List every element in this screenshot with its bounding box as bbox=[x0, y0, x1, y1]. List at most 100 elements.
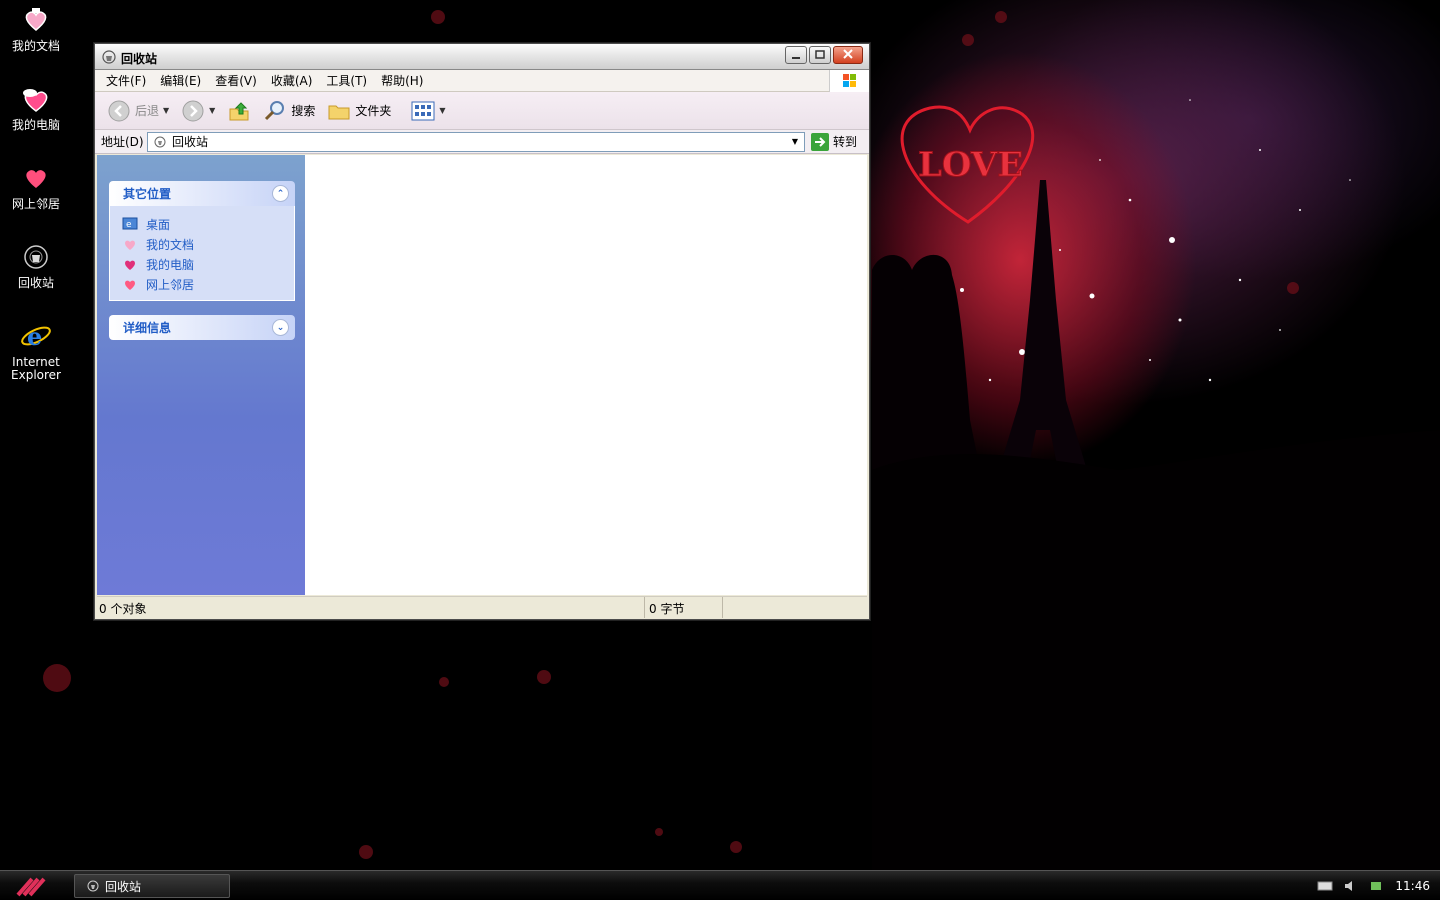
desktop-icon-label: 网上邻居 bbox=[11, 197, 60, 211]
taskbar-item-label: 回收站 bbox=[105, 879, 142, 894]
folders-button[interactable]: 文件夹 bbox=[323, 97, 395, 125]
ground-silhouette bbox=[872, 430, 1440, 870]
menu-favorites[interactable]: 收藏(A) bbox=[264, 72, 320, 89]
windows-flag-icon bbox=[843, 74, 856, 87]
forward-dropdown-icon[interactable]: ▼ bbox=[209, 106, 215, 115]
back-dropdown-icon[interactable]: ▼ bbox=[163, 106, 169, 115]
stars bbox=[939, 99, 1351, 382]
address-label: 地址(D) bbox=[101, 135, 144, 149]
views-icon bbox=[411, 101, 435, 120]
expand-down-icon[interactable]: ⌄ bbox=[272, 319, 289, 336]
desktop-icon-my-computer[interactable]: 我的电脑 bbox=[0, 83, 72, 132]
other-places-header[interactable]: 其它位置 ⌃ bbox=[109, 181, 295, 206]
status-size: 0 字节 bbox=[645, 597, 723, 618]
forward-arrow-icon bbox=[182, 100, 204, 121]
window-title: 回收站 bbox=[121, 52, 158, 66]
address-value: 回收站 bbox=[172, 135, 209, 149]
love-text: LOVE bbox=[918, 145, 1023, 185]
svg-text:e: e bbox=[126, 220, 132, 230]
menu-file[interactable]: 文件(F) bbox=[99, 72, 153, 89]
link-network-places[interactable]: 网上邻居 bbox=[122, 274, 294, 294]
details-panel: 详细信息 ⌄ bbox=[109, 315, 295, 340]
explorer-window: 回收站 文件(F) 编辑(E) 查看(V) 收藏(A) 工具(T) 帮助(H) bbox=[94, 43, 870, 620]
up-folder-icon bbox=[229, 101, 249, 120]
my-computer-icon bbox=[23, 89, 48, 112]
status-zone bbox=[723, 597, 867, 618]
eiffel-tower bbox=[996, 180, 1090, 480]
system-tray: 11:46 bbox=[1317, 871, 1440, 900]
other-places-panel: 其它位置 ⌃ e 桌面 我的文档 我的电脑 网上邻居 bbox=[109, 181, 295, 301]
desktop-icon-internet-explorer[interactable]: e Internet Explorer bbox=[0, 320, 72, 382]
link-label: 网上邻居 bbox=[146, 277, 195, 292]
search-button[interactable]: 搜索 bbox=[259, 97, 319, 125]
svg-text:e: e bbox=[27, 322, 42, 351]
address-bar: 地址(D) 回收站 ▼ 转到 bbox=[95, 130, 869, 154]
task-pane: 其它位置 ⌃ e 桌面 我的文档 我的电脑 网上邻居 详细信息 ⌄ bbox=[97, 155, 305, 595]
desktop-icon-label: Explorer bbox=[11, 368, 61, 382]
windows-logo bbox=[829, 70, 869, 92]
close-button[interactable] bbox=[833, 46, 863, 64]
go-arrow-icon bbox=[811, 132, 829, 151]
taskbar-item-recycle-bin[interactable]: 回收站 bbox=[74, 874, 230, 898]
folder-icon bbox=[328, 105, 350, 119]
search-icon bbox=[265, 100, 285, 120]
address-input[interactable]: 回收站 ▼ bbox=[147, 131, 805, 152]
search-label: 搜索 bbox=[291, 104, 316, 118]
menu-edit[interactable]: 编辑(E) bbox=[153, 72, 208, 89]
folders-label: 文件夹 bbox=[355, 104, 392, 118]
views-button[interactable]: ▼ bbox=[407, 98, 449, 124]
minimize-button[interactable] bbox=[785, 46, 807, 64]
my-documents-icon bbox=[25, 8, 47, 31]
address-dropdown-icon[interactable]: ▼ bbox=[788, 134, 802, 150]
desktop-icon-label: 我的文档 bbox=[11, 39, 60, 53]
back-button[interactable]: 后退 ▼ bbox=[103, 97, 173, 125]
details-header[interactable]: 详细信息 ⌄ bbox=[109, 315, 295, 340]
standard-toolbar: 后退 ▼ ▼ 搜索 文件夹 ▼ bbox=[95, 92, 869, 130]
window-titlebar[interactable]: 回收站 bbox=[95, 44, 869, 70]
menu-help[interactable]: 帮助(H) bbox=[374, 72, 430, 89]
link-my-computer[interactable]: 我的电脑 bbox=[122, 254, 294, 274]
maximize-button[interactable] bbox=[809, 46, 831, 64]
start-button[interactable] bbox=[14, 875, 50, 897]
details-title: 详细信息 bbox=[123, 321, 172, 335]
desktop-icon-my-documents[interactable]: 我的文档 bbox=[0, 4, 72, 53]
other-places-body: e 桌面 我的文档 我的电脑 网上邻居 bbox=[109, 206, 295, 301]
desktop-icon: e bbox=[122, 217, 138, 230]
collapse-up-icon[interactable]: ⌃ bbox=[272, 185, 289, 202]
back-arrow-icon bbox=[108, 100, 130, 121]
desktop-icon-network-places[interactable]: 网上邻居 bbox=[0, 162, 72, 211]
desktop-icon-label: 回收站 bbox=[17, 276, 54, 290]
close-icon bbox=[843, 49, 853, 59]
recycle-bin-icon bbox=[87, 880, 99, 892]
keyboard-icon[interactable] bbox=[1317, 880, 1333, 892]
my-documents-icon bbox=[125, 240, 135, 250]
volume-icon[interactable] bbox=[1343, 878, 1359, 894]
taskbar-clock[interactable]: 11:46 bbox=[1395, 879, 1430, 893]
other-places-title: 其它位置 bbox=[123, 187, 172, 201]
recycle-bin-icon bbox=[154, 136, 166, 147]
status-object-count: 0 个对象 bbox=[97, 597, 645, 618]
network-icon[interactable] bbox=[1369, 878, 1385, 894]
recycle-bin-icon bbox=[24, 245, 48, 269]
file-list-area[interactable] bbox=[305, 155, 867, 595]
go-label: 转到 bbox=[833, 135, 858, 149]
network-places-icon bbox=[125, 280, 135, 290]
menu-view[interactable]: 查看(V) bbox=[208, 72, 264, 89]
network-places-icon bbox=[26, 170, 46, 188]
desktop-icon-recycle-bin[interactable]: 回收站 bbox=[0, 241, 72, 290]
recycle-bin-icon bbox=[102, 50, 116, 64]
link-label: 桌面 bbox=[146, 217, 171, 232]
minimize-icon bbox=[792, 57, 800, 59]
status-bar: 0 个对象 0 字节 bbox=[97, 596, 867, 618]
views-dropdown-icon[interactable]: ▼ bbox=[439, 106, 445, 115]
desktop-icon-label: 我的电脑 bbox=[11, 118, 60, 132]
link-my-documents[interactable]: 我的文档 bbox=[122, 234, 294, 254]
desktop-icon-label: Internet bbox=[12, 355, 60, 369]
forward-button[interactable]: ▼ bbox=[177, 97, 219, 125]
go-button[interactable]: 转到 bbox=[811, 132, 858, 151]
menu-bar: 文件(F) 编辑(E) 查看(V) 收藏(A) 工具(T) 帮助(H) bbox=[95, 70, 869, 92]
couple-silhouette bbox=[872, 254, 980, 480]
up-folder-button[interactable] bbox=[223, 97, 255, 125]
menu-tools[interactable]: 工具(T) bbox=[319, 72, 374, 89]
link-desktop[interactable]: e 桌面 bbox=[122, 214, 294, 234]
